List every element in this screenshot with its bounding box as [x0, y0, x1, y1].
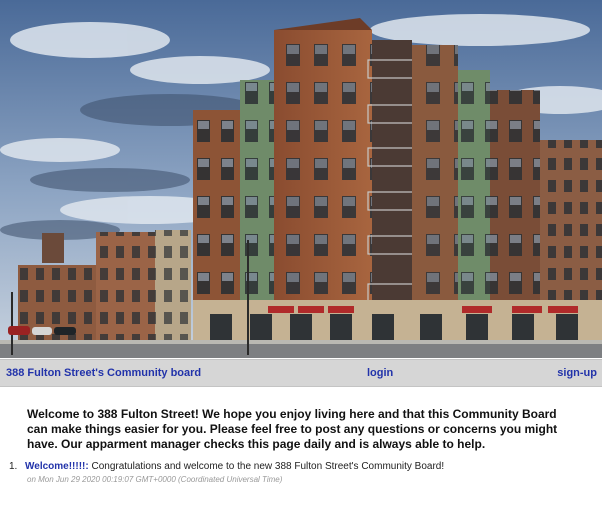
welcome-message: Welcome to 388 Fulton Street! We hope yo…	[27, 407, 558, 451]
login-link[interactable]: login	[367, 367, 393, 379]
post-list: 1. Welcome!!!!!: Congratulations and welc…	[9, 460, 589, 487]
apartment-building-illustration	[0, 0, 602, 358]
hero-building-image	[0, 0, 602, 358]
post-title-link[interactable]: Welcome!!!!!:	[25, 461, 89, 472]
list-item: 1. Welcome!!!!!: Congratulations and welc…	[9, 460, 589, 487]
top-navigation-bar: 388 Fulton Street's Community board logi…	[0, 359, 602, 387]
home-link[interactable]: 388 Fulton Street's Community board	[6, 367, 201, 379]
signup-link[interactable]: sign-up	[557, 367, 597, 379]
post-number: 1.	[9, 461, 18, 472]
post-body: Congratulations and welcome to the new 3…	[88, 461, 445, 472]
post-timestamp: on Mon Jun 29 2020 00:19:07 GMT+0000 (Co…	[27, 475, 283, 484]
